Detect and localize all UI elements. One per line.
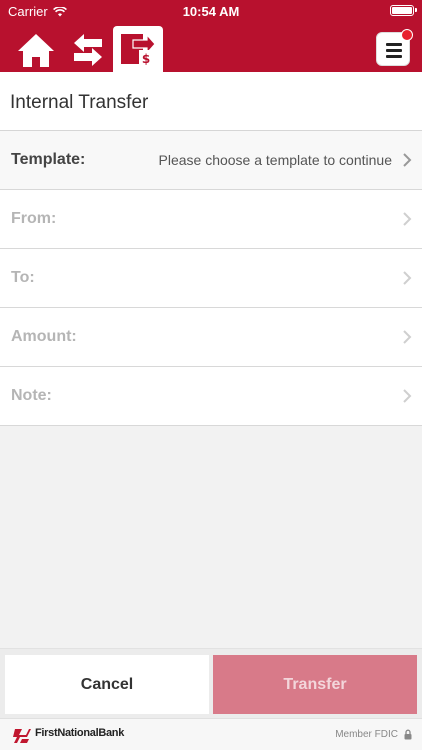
svg-text:$: $ [142,52,150,66]
transfer-button[interactable]: Transfer [213,655,417,714]
transfer-form: Template: Please choose a template to co… [0,131,422,426]
page-title-bar: Internal Transfer [0,72,422,131]
menu-icon-bar [386,55,402,58]
transfer-tab[interactable]: $ [113,26,163,72]
lock-icon [404,729,412,740]
template-label: Template: [11,151,86,168]
status-time: 10:54 AM [182,4,240,19]
chevron-right-icon [403,330,412,344]
note-label: Note: [11,387,52,404]
note-row[interactable]: Note: [0,367,422,426]
from-row[interactable]: From: [0,190,422,249]
brand-footer: FirstNationalBank Member FDIC [0,718,422,750]
bank-logo-icon [13,729,31,743]
amount-row[interactable]: Amount: [0,308,422,367]
to-label: To: [11,269,35,286]
action-bar: Cancel Transfer [0,648,422,718]
transfer-dollar-icon: $ [121,33,156,66]
top-nav-bar: Carrier 10:54 AM $ [0,0,422,72]
bank-name: FirstNationalBank [35,727,125,739]
template-row[interactable]: Template: Please choose a template to co… [0,131,422,190]
transfer-arrows-icon[interactable] [68,30,108,70]
to-row[interactable]: To: [0,249,422,308]
status-bar: Carrier 10:54 AM [0,0,422,22]
chevron-right-icon [403,271,412,285]
menu-icon [386,43,402,46]
chevron-right-icon [403,212,412,226]
battery-icon [390,5,417,16]
menu-icon-bar [386,49,402,52]
template-value: Please choose a template to continue [158,152,393,168]
chevron-right-icon [403,153,412,167]
chevron-right-icon [403,389,412,403]
from-label: From: [11,210,57,227]
home-icon[interactable] [16,30,56,70]
member-fdic: Member FDIC [335,729,398,740]
cancel-button[interactable]: Cancel [5,655,209,714]
page-title: Internal Transfer [10,92,149,113]
notification-dot [401,29,413,41]
menu-button[interactable] [376,29,413,66]
amount-label: Amount: [11,328,77,345]
